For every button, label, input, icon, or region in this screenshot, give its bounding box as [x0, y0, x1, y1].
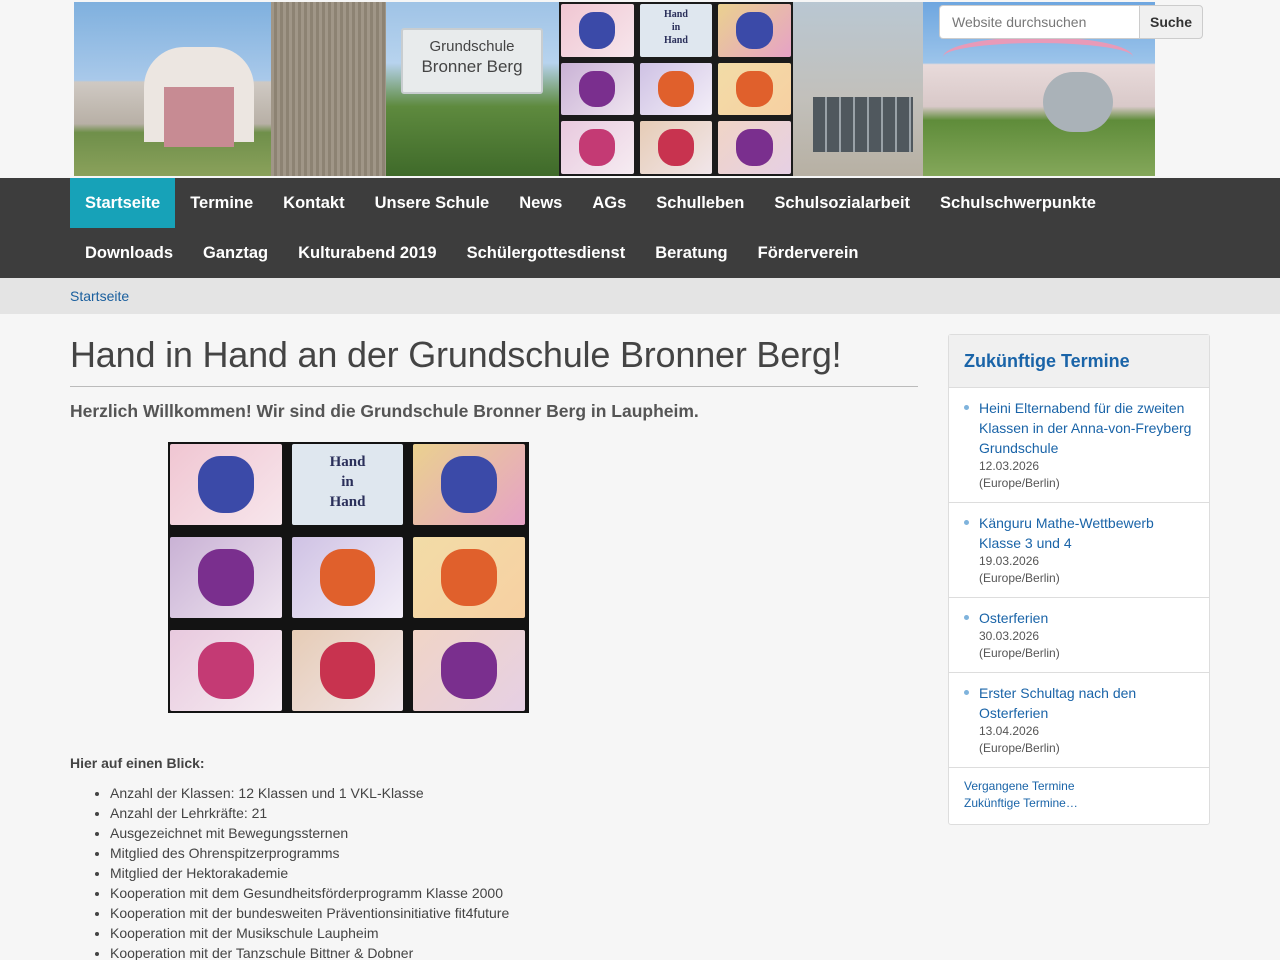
- search-input[interactable]: [939, 5, 1139, 39]
- list-item: Anzahl der Klassen: 12 Klassen und 1 VKL…: [110, 783, 918, 803]
- event-link[interactable]: Heini Elternabend für die zweiten Klasse…: [979, 400, 1191, 456]
- list-item: Ausgezeichnet mit Bewegungssternen: [110, 823, 918, 843]
- search-form: Suche: [939, 5, 1203, 39]
- glance-heading: Hier auf einen Blick:: [70, 755, 205, 771]
- list-item: Kooperation mit der bundesweiten Prävent…: [110, 903, 918, 923]
- nav-item-kontakt[interactable]: Kontakt: [268, 178, 359, 228]
- banner-photo-school-building: [74, 2, 271, 176]
- banner-photo-school-sign: Grundschule Bronner Berg: [386, 2, 559, 176]
- nav-item-termine[interactable]: Termine: [175, 178, 268, 228]
- breadcrumb-item-startseite[interactable]: Startseite: [0, 288, 129, 304]
- event-item: Erster Schultag nach den Osterferien 13.…: [949, 673, 1209, 768]
- event-timezone: (Europe/Berlin): [979, 646, 1060, 660]
- facts-list: Anzahl der Klassen: 12 Klassen und 1 VKL…: [70, 783, 918, 960]
- bullet-icon: [964, 615, 969, 620]
- banner-photo-wooden-facade: [271, 2, 386, 176]
- portlet-heading[interactable]: Zukünftige Termine: [949, 335, 1209, 388]
- header-banner: Grundschule Bronner Berg Hand in Hand We…: [0, 0, 1280, 178]
- nav-item-ganztag[interactable]: Ganztag: [188, 228, 283, 278]
- list-item: Anzahl der Lehrkräfte: 21: [110, 803, 918, 823]
- main-nav: Startseite Termine Kontakt Unsere Schule…: [0, 178, 1280, 278]
- event-item: Heini Elternabend für die zweiten Klasse…: [949, 388, 1209, 503]
- event-link[interactable]: Erster Schultag nach den Osterferien: [979, 685, 1136, 721]
- image-word: Hand: [329, 494, 366, 510]
- bullet-icon: [964, 520, 969, 525]
- nav-item-schuelergottesdienst[interactable]: Schülergottesdienst: [452, 228, 641, 278]
- banner-photo-modern-building: [793, 2, 923, 176]
- event-item: Känguru Mathe-Wettbewerb Klasse 3 und 4 …: [949, 503, 1209, 598]
- image-word: in: [341, 474, 354, 490]
- event-timezone: (Europe/Berlin): [979, 741, 1060, 755]
- nav-item-kulturabend[interactable]: Kulturabend 2019: [283, 228, 451, 278]
- nav-item-schulsozialarbeit[interactable]: Schulsozialarbeit: [759, 178, 925, 228]
- breadcrumb: Startseite: [0, 278, 1280, 314]
- nav-item-startseite[interactable]: Startseite: [70, 178, 176, 228]
- nav-item-schulleben[interactable]: Schulleben: [641, 178, 759, 228]
- image-word: Hand: [329, 454, 366, 470]
- list-item: Kooperation mit dem Gesundheitsförderpro…: [110, 883, 918, 903]
- list-item: Kooperation mit der Tanzschule Bittner &…: [110, 943, 918, 960]
- nav-item-foerderverein[interactable]: Förderverein: [743, 228, 874, 278]
- event-date: 13.04.2026: [979, 724, 1040, 738]
- banner-photo-hand-artwork: Hand in Hand: [559, 2, 793, 176]
- welcome-subtitle: Herzlich Willkommen! Wir sind die Grunds…: [70, 401, 699, 421]
- list-item: Kooperation mit der Musikschule Laupheim: [110, 923, 918, 943]
- list-item: Mitglied des Ohrenspitzerprogramms: [110, 843, 918, 863]
- bullet-icon: [964, 690, 969, 695]
- event-link[interactable]: Känguru Mathe-Wettbewerb Klasse 3 und 4: [979, 515, 1154, 551]
- list-item: Mitglied der Hektorakademie: [110, 863, 918, 883]
- nav-item-ags[interactable]: AGs: [577, 178, 641, 228]
- event-date: 12.03.2026: [979, 459, 1040, 473]
- nav-item-news[interactable]: News: [504, 178, 577, 228]
- event-timezone: (Europe/Berlin): [979, 476, 1060, 490]
- upcoming-events-portlet: Zukünftige Termine Heini Elternabend für…: [948, 334, 1210, 825]
- banner-artwork-word: in: [671, 22, 681, 33]
- sign-line-1: Grundschule: [429, 38, 515, 55]
- portlet-footer: Vergangene Termine Zukünftige Termine…: [949, 768, 1209, 824]
- banner-artwork-word: Hand: [664, 35, 688, 46]
- event-date: 19.03.2026: [979, 554, 1040, 568]
- nav-item-schulschwerpunkte[interactable]: Schulschwerpunkte: [925, 178, 1111, 228]
- bullet-icon: [964, 405, 969, 410]
- nav-item-beratung[interactable]: Beratung: [640, 228, 742, 278]
- sign-line-2: Bronner Berg: [421, 57, 523, 76]
- nav-item-downloads[interactable]: Downloads: [70, 228, 188, 278]
- hand-in-hand-image: Hand in Hand: [168, 442, 529, 713]
- past-events-link[interactable]: Vergangene Termine: [964, 778, 1194, 795]
- school-sign: Grundschule Bronner Berg: [401, 28, 543, 94]
- more-events-link[interactable]: Zukünftige Termine…: [964, 795, 1194, 812]
- page-title: Hand in Hand an der Grundschule Bronner …: [70, 334, 918, 387]
- banner-artwork-word: Hand: [664, 9, 688, 20]
- event-date: 30.03.2026: [979, 629, 1040, 643]
- event-item: Osterferien 30.03.2026 (Europe/Berlin): [949, 598, 1209, 673]
- event-timezone: (Europe/Berlin): [979, 571, 1060, 585]
- nav-item-unsere-schule[interactable]: Unsere Schule: [360, 178, 505, 228]
- content-column: Hand in Hand an der Grundschule Bronner …: [70, 334, 918, 960]
- event-link[interactable]: Osterferien: [979, 610, 1048, 626]
- search-button[interactable]: Suche: [1139, 5, 1203, 39]
